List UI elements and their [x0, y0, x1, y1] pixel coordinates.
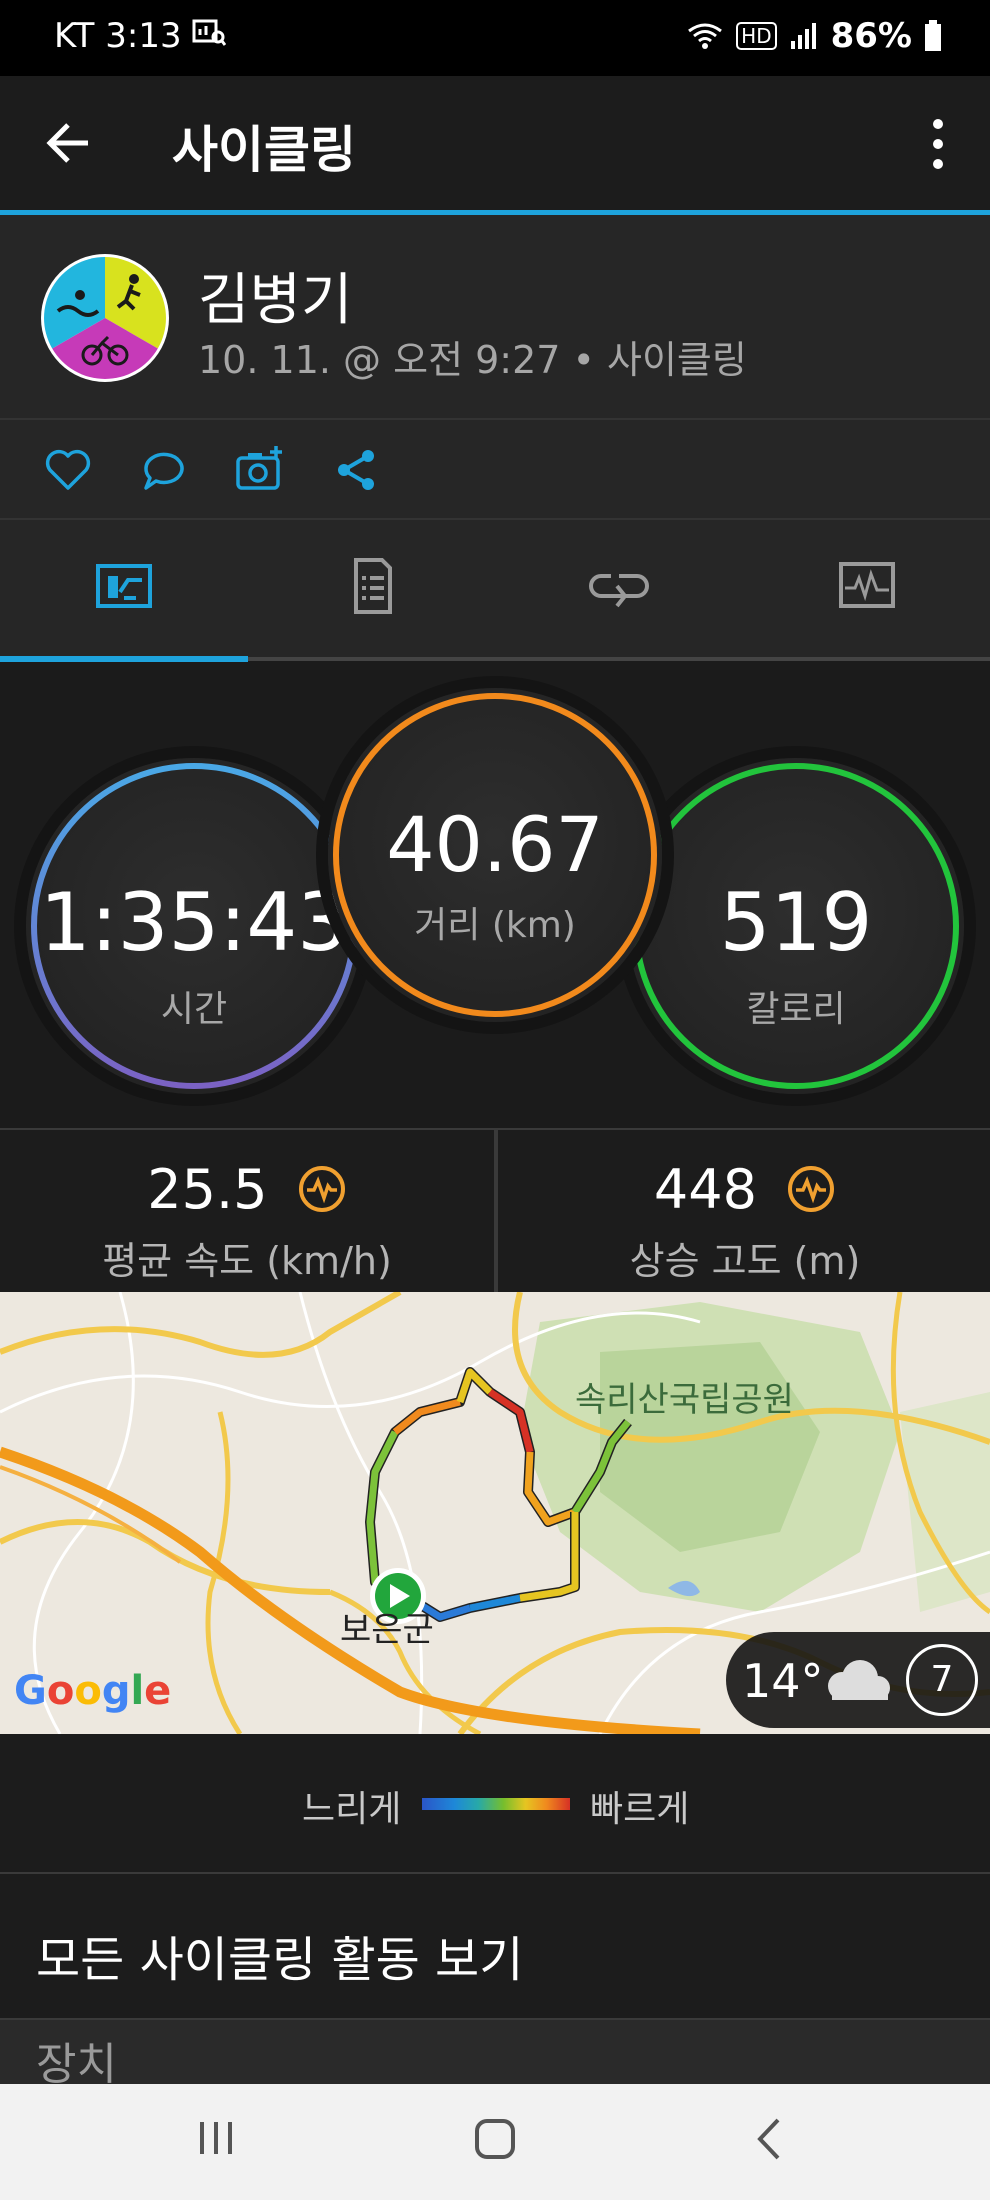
avg-speed-value-wrap: 25.5: [0, 1158, 494, 1221]
charts-icon: [838, 562, 895, 608]
tab-laps[interactable]: [495, 520, 743, 660]
notification-icon: [192, 19, 227, 46]
overview-icon: [96, 564, 152, 608]
tab-stats[interactable]: [248, 520, 496, 660]
stats-list-icon: [353, 558, 392, 614]
wifi-icon: [688, 23, 723, 49]
map-town-label: 보은군: [340, 1610, 434, 1650]
distance-value: 40.67: [386, 800, 604, 889]
route-map[interactable]: 속리산국립공원 보은군 Google 14° 7: [0, 1292, 990, 1734]
moon-phase-badge: 7: [906, 1644, 978, 1716]
avg-speed-label: 평균 속도 (km/h): [102, 1239, 392, 1283]
hd-voice-icon: HD: [736, 22, 777, 50]
summary-circles: 1:35:43 시간 519 칼로리 40.67 거리 (km): [0, 662, 990, 1128]
connect-iq-icon: [788, 1166, 835, 1212]
distance-circle[interactable]: 40.67 거리 (km): [328, 688, 662, 1022]
distance-label: 거리 (km): [414, 905, 576, 946]
calories-circle[interactable]: 519 칼로리: [628, 758, 964, 1094]
activity-header: 김병기 10. 11. @ 오전 9:27 • 사이클링: [0, 215, 990, 420]
activity-meta: 10. 11. @ 오전 9:27 • 사이클링: [198, 338, 747, 382]
weather-badge[interactable]: 14° 7: [726, 1632, 990, 1728]
all-activities-label: 모든 사이클링 활동 보기: [36, 1932, 524, 1988]
connect-iq-icon: [298, 1166, 345, 1212]
page-title: 사이클링: [172, 121, 356, 179]
share-icon[interactable]: [330, 444, 382, 496]
action-row: [0, 420, 990, 520]
ascent-value: 448: [653, 1158, 757, 1221]
battery-percent: 86%: [830, 16, 912, 56]
legend-slow: 느리게: [302, 1789, 402, 1830]
laps-icon: [589, 574, 649, 608]
temperature: 14°: [742, 1654, 824, 1708]
battery-icon: [925, 20, 941, 51]
tab-charts[interactable]: [743, 520, 990, 660]
ascent-metric[interactable]: 448 상승 고도 (m): [498, 1130, 990, 1292]
tab-indicator-track: [248, 657, 990, 661]
user-name: 김병기: [198, 268, 353, 333]
tab-overview[interactable]: [0, 520, 248, 660]
status-left: KT 3:13: [54, 16, 227, 56]
google-logo: Google: [14, 1668, 172, 1714]
calories-label: 칼로리: [746, 989, 846, 1030]
speed-legend: 느리게 빠르게: [0, 1734, 990, 1874]
status-bar: KT 3:13 HD 86%: [0, 0, 990, 76]
ascent-value-wrap: 448: [498, 1158, 990, 1221]
carrier-label: KT: [54, 16, 95, 56]
all-activities-link[interactable]: 모든 사이클링 활동 보기: [0, 1874, 990, 2020]
calories-value: 519: [719, 876, 873, 969]
app-bar: 사이클링: [0, 76, 990, 212]
multisport-avatar-icon[interactable]: [38, 251, 172, 385]
avg-speed-value: 25.5: [147, 1158, 268, 1221]
clock: 3:13: [105, 16, 182, 56]
back-nav-icon[interactable]: [754, 2116, 784, 2162]
avg-speed-metric[interactable]: 25.5 평균 속도 (km/h): [0, 1130, 494, 1292]
signal-icon: [790, 23, 816, 49]
time-value: 1:35:43: [39, 876, 349, 969]
time-label: 시간: [160, 989, 228, 1030]
legend-gradient: [422, 1798, 570, 1810]
ascent-label: 상승 고도 (m): [629, 1239, 861, 1283]
metrics-divider: [494, 1128, 498, 1292]
legend-fast: 빠르게: [590, 1789, 690, 1830]
like-heart-icon[interactable]: [42, 444, 94, 496]
recent-apps-icon[interactable]: [196, 2116, 236, 2160]
system-nav-bar: [0, 2084, 990, 2200]
map-park-label: 속리산국립공원: [575, 1380, 794, 1420]
cloud-icon: [828, 1660, 890, 1700]
comment-icon[interactable]: [138, 444, 190, 496]
back-arrow-icon[interactable]: [44, 118, 94, 168]
tab-bar: [0, 520, 990, 660]
device-section-header: 장치: [0, 2020, 990, 2090]
device-section-label: 장치: [36, 2039, 117, 2090]
more-options-icon[interactable]: [928, 116, 948, 172]
status-right: HD 86%: [686, 16, 942, 56]
add-photo-icon[interactable]: [234, 444, 286, 496]
home-icon[interactable]: [472, 2116, 518, 2162]
time-circle[interactable]: 1:35:43 시간: [26, 758, 362, 1094]
